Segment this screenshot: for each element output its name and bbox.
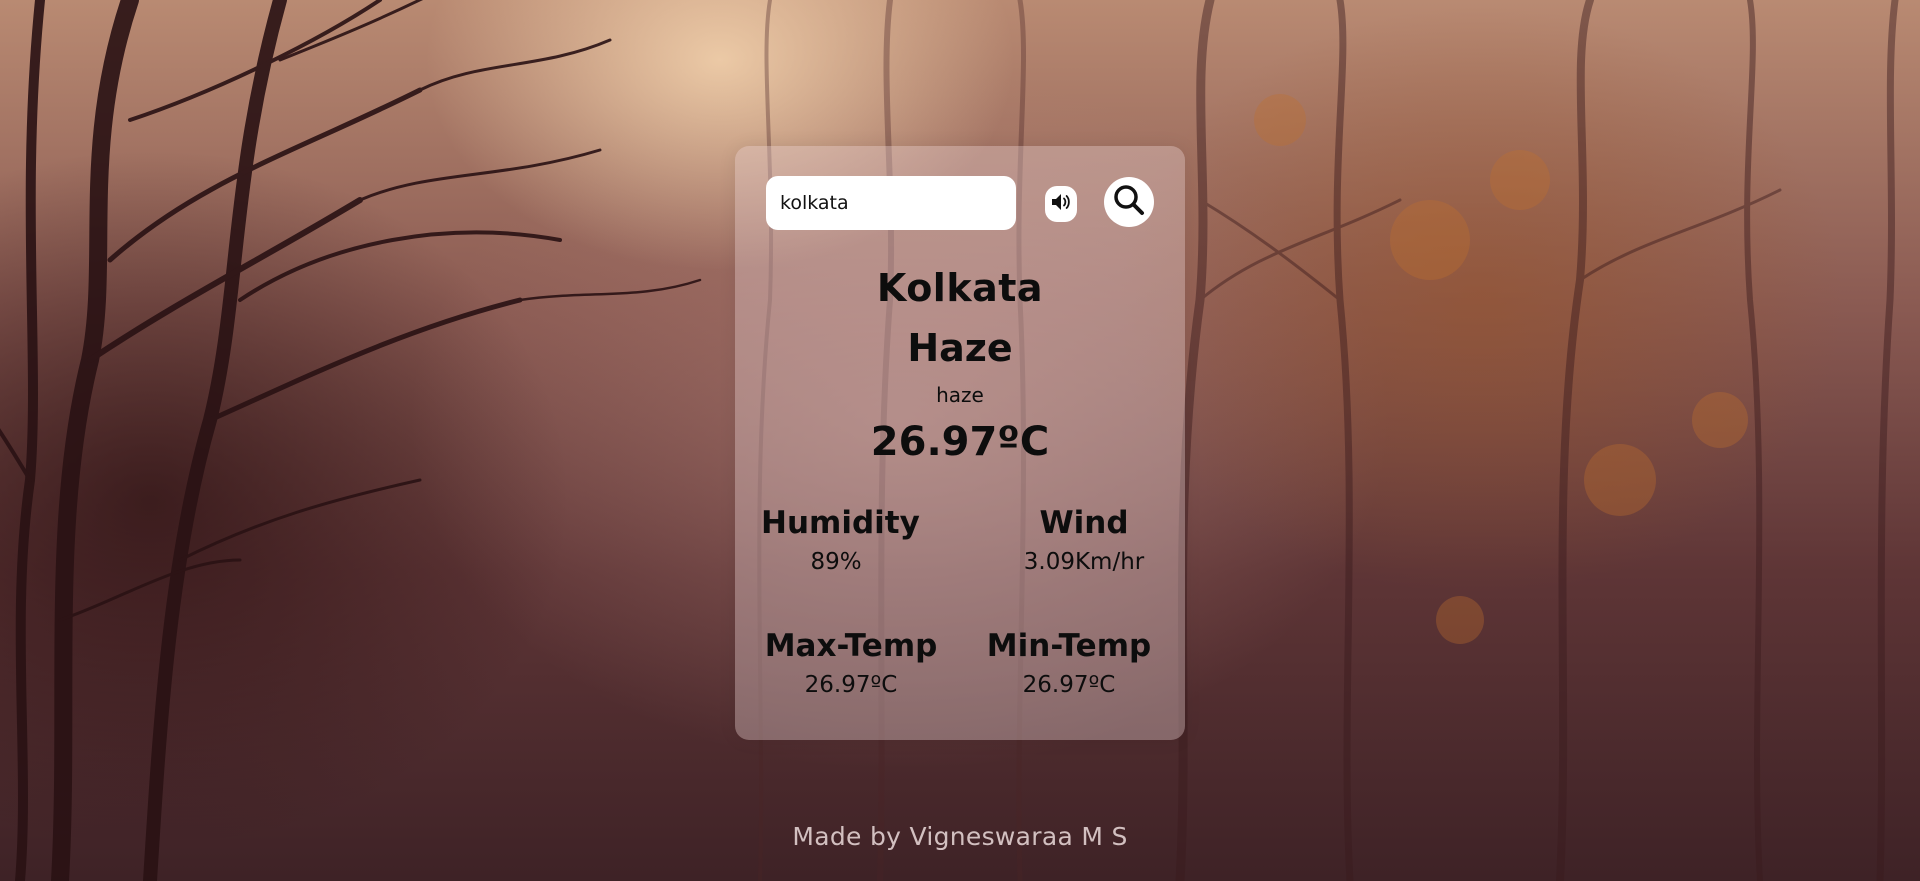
humidity-label: Humidity <box>761 505 920 541</box>
wind-stat: Wind 3.09Km/hr <box>1009 502 1159 580</box>
max-temp-label: Max-Temp <box>764 628 938 664</box>
speaker-volume-icon <box>1050 192 1072 216</box>
current-temperature: 26.97ºC <box>870 419 1050 465</box>
search-bar <box>766 176 1156 230</box>
wind-label: Wind <box>1039 505 1129 541</box>
max-temp-value: 26.97ºC <box>804 672 898 698</box>
voice-button[interactable] <box>1045 186 1077 222</box>
wind-value: 3.09Km/hr <box>1023 549 1145 575</box>
search-button[interactable] <box>1104 177 1154 227</box>
weather-condition: Haze <box>907 326 1013 370</box>
current-weather: Kolkata Haze haze 26.97ºC <box>735 258 1185 472</box>
min-temp-value: 26.97ºC <box>1022 672 1116 698</box>
min-temp-stat: Min-Temp 26.97ºC <box>981 625 1157 703</box>
city-search-input[interactable] <box>766 176 1016 230</box>
humidity-stat: Humidity 89% <box>761 502 920 580</box>
weather-description: haze <box>936 383 984 407</box>
min-temp-label: Min-Temp <box>986 628 1152 664</box>
magnifying-glass-icon <box>1112 183 1146 221</box>
footer-credit: Made by Vigneswaraa M S <box>792 822 1128 851</box>
weather-card: Kolkata Haze haze 26.97ºC Humidity 89% W… <box>735 146 1185 740</box>
max-temp-stat: Max-Temp 26.97ºC <box>761 625 941 703</box>
humidity-value: 89% <box>810 549 862 575</box>
city-name: Kolkata <box>876 266 1044 310</box>
